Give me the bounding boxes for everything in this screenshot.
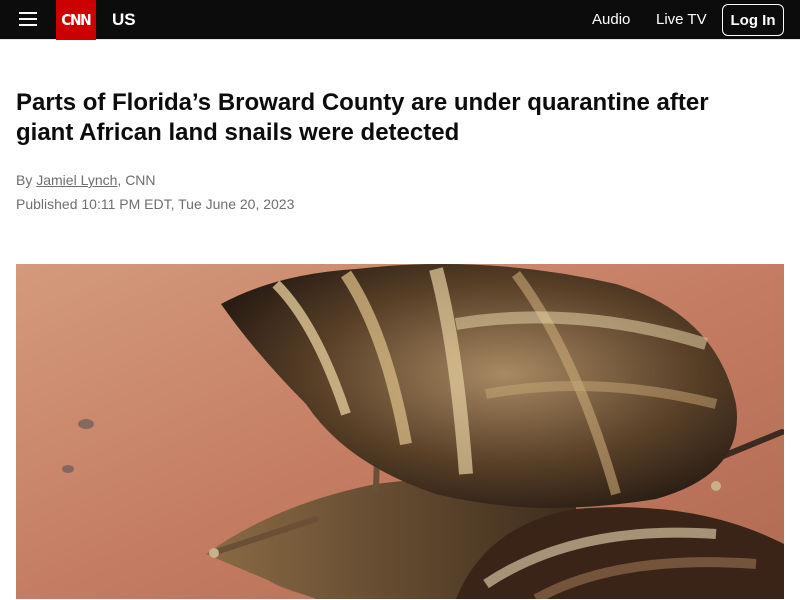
login-button[interactable]: Log In: [722, 4, 784, 36]
cnn-logo[interactable]: CNN: [56, 0, 96, 40]
snail-photo: [16, 264, 784, 599]
article-headline: Parts of Florida’s Broward County are un…: [16, 89, 709, 146]
section-link-us[interactable]: US: [112, 10, 136, 30]
hero-image: [16, 264, 784, 599]
cnn-logo-text: CNN: [61, 11, 91, 29]
nav-link-live-tv[interactable]: Live TV: [656, 11, 707, 28]
nav-link-audio[interactable]: Audio: [592, 11, 630, 28]
hamburger-menu-icon[interactable]: [17, 9, 39, 29]
byline-suffix: , CNN: [117, 172, 156, 188]
byline-prefix: By: [16, 172, 37, 188]
author-link[interactable]: Jamiel Lynch: [36, 172, 117, 188]
published-timestamp: Published 10:11 PM EDT, Tue June 20, 202…: [16, 196, 295, 212]
top-navigation-bar: CNN US Audio Live TV Log In: [0, 0, 800, 40]
byline: By Jamiel Lynch, CNN: [16, 172, 156, 188]
